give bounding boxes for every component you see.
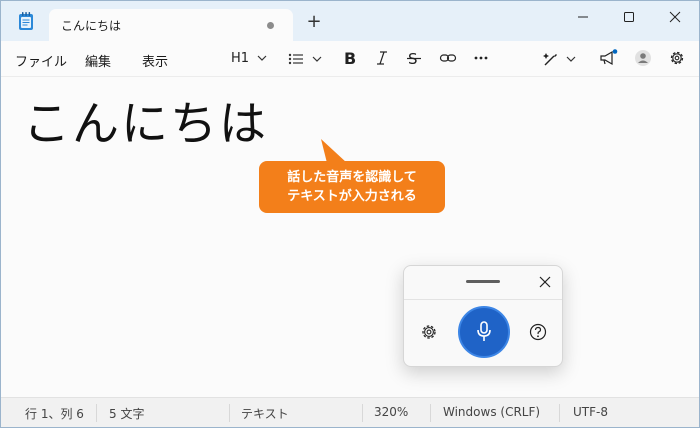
status-line-ending[interactable]: Windows (CRLF) <box>443 405 540 419</box>
minimize-button[interactable] <box>569 5 597 29</box>
status-divider <box>229 404 230 422</box>
help-icon[interactable] <box>529 323 547 341</box>
status-divider <box>559 404 560 422</box>
document-tab[interactable]: こんにちは <box>49 9 293 41</box>
settings-button[interactable] <box>668 49 686 69</box>
gear-icon <box>670 51 684 65</box>
voice-close-icon[interactable] <box>538 275 552 289</box>
status-encoding[interactable]: UTF-8 <box>573 405 608 419</box>
minimize-icon <box>578 16 588 18</box>
menu-view[interactable]: 表示 <box>142 51 168 70</box>
callout-line-2: テキストが入力される <box>287 189 417 204</box>
bold-button[interactable]: B <box>343 49 359 69</box>
megaphone-icon <box>600 49 618 66</box>
link-icon <box>439 54 457 62</box>
copilot-rewrite-dropdown[interactable] <box>542 49 576 69</box>
voice-settings-gear-icon[interactable] <box>420 323 438 341</box>
whats-new-button[interactable] <box>599 49 619 69</box>
bold-icon: B <box>344 49 356 67</box>
maximize-icon <box>624 12 634 22</box>
status-zoom[interactable]: 320% <box>374 405 408 419</box>
account-button[interactable] <box>634 49 652 69</box>
status-divider <box>96 404 97 422</box>
list-dropdown[interactable] <box>288 49 326 69</box>
chevron-down-icon <box>312 56 322 62</box>
close-icon <box>669 11 681 23</box>
new-tab-plus-icon[interactable]: + <box>304 13 324 33</box>
status-cursor-position: 行 1、列 6 <box>25 407 84 421</box>
tab-title: こんにちは <box>61 19 122 33</box>
callout-line-1: 話した音声を認識して <box>287 170 417 185</box>
voice-panel-header <box>404 266 562 300</box>
status-bar: 行 1、列 6 5 文字 テキスト 320% Windows (CRLF) UT… <box>1 397 699 427</box>
bullet-list-icon <box>288 53 303 65</box>
more-button[interactable] <box>473 49 489 69</box>
strikethrough-icon: S <box>407 50 421 67</box>
svg-text:B: B <box>344 49 356 67</box>
status-format[interactable]: テキスト <box>241 405 289 422</box>
pen-sparkle-icon <box>543 53 557 66</box>
heading-label: H1 <box>231 51 250 66</box>
toolbar: ファイル 編集 表示 H1 B S <box>1 41 699 77</box>
annotation-callout: 話した音声を認識して テキストが入力される <box>259 161 445 213</box>
more-dots-icon <box>474 56 488 60</box>
menu-edit[interactable]: 編集 <box>85 51 111 70</box>
status-divider <box>430 404 431 422</box>
chevron-down-icon <box>257 55 267 61</box>
italic-icon <box>377 51 387 65</box>
unsaved-dot-icon[interactable] <box>267 22 274 29</box>
heading-dropdown[interactable]: H1 <box>231 49 271 69</box>
avatar-icon <box>635 50 651 66</box>
strikethrough-button[interactable]: S <box>407 49 423 69</box>
maximize-button[interactable] <box>615 5 643 29</box>
close-button[interactable] <box>661 5 689 29</box>
editor-text[interactable]: こんにちは <box>23 85 268 154</box>
status-char-count: 5 文字 <box>109 407 145 421</box>
menu-file[interactable]: ファイル <box>15 51 67 70</box>
drag-handle[interactable] <box>466 280 500 283</box>
title-bar: こんにちは + <box>1 1 699 41</box>
voice-typing-panel <box>403 265 563 367</box>
link-button[interactable] <box>439 49 457 69</box>
chevron-down-icon <box>566 56 576 62</box>
microphone-button[interactable] <box>458 306 510 358</box>
notepad-window: こんにちは + ファイル 編集 表示 H1 B S こんにちは 話した音声を認識… <box>0 0 700 428</box>
status-divider <box>362 404 363 422</box>
notepad-app-icon <box>19 12 33 30</box>
italic-button[interactable] <box>375 49 391 69</box>
microphone-icon <box>477 321 491 341</box>
